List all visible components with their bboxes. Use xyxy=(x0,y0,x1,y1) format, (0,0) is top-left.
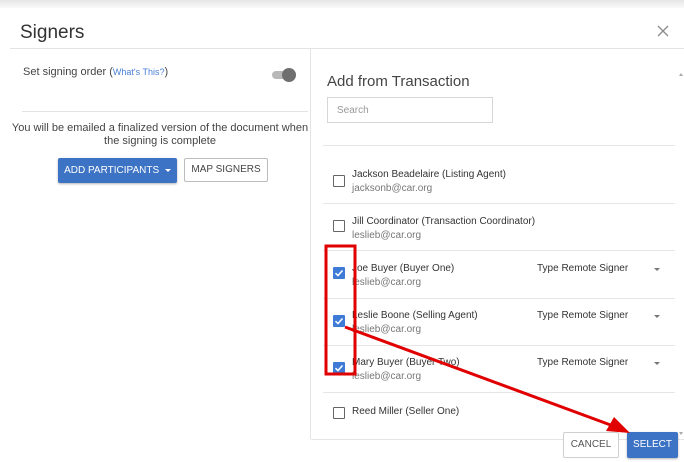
participant-checkbox[interactable] xyxy=(333,220,345,232)
chevron-down-icon[interactable] xyxy=(654,362,660,365)
participant-name: Jackson Beadelaire (Listing Agent) xyxy=(352,169,506,180)
search-divider xyxy=(323,145,675,146)
checkmark-icon xyxy=(334,317,344,325)
participant-email: leslieb@car.org xyxy=(352,230,422,241)
participant-row[interactable]: Joe Buyer (Buyer One) leslieb@car.org Ty… xyxy=(323,251,675,297)
dialog-title: Signers xyxy=(20,22,85,43)
participant-checkbox-checked[interactable] xyxy=(333,267,345,279)
caret-down-icon xyxy=(164,168,171,172)
scroll-down-icon[interactable] xyxy=(679,432,683,435)
participant-name: Reed Miller (Seller One) xyxy=(352,406,460,417)
signer-type-select[interactable]: Type Remote Signer xyxy=(537,357,628,368)
add-participants-button[interactable]: ADD PARTICIPANTS xyxy=(58,158,177,183)
participant-email: leslieb@car.org xyxy=(352,324,422,335)
signer-type-select[interactable]: Type Remote Signer xyxy=(537,310,628,321)
participant-row[interactable]: Leslie Boone (Selling Agent) leslieb@car… xyxy=(323,299,675,345)
participant-row[interactable]: Reed Miller (Seller One) xyxy=(323,393,675,439)
participant-checkbox-checked[interactable] xyxy=(333,315,345,327)
participant-row[interactable]: Jackson Beadelaire (Listing Agent) jacks… xyxy=(323,157,675,203)
checkmark-icon xyxy=(334,364,344,372)
chevron-down-icon[interactable] xyxy=(654,315,660,318)
participant-checkbox[interactable] xyxy=(333,175,345,187)
participant-name: Jill Coordinator (Transaction Coordinato… xyxy=(352,216,536,227)
toggle-knob xyxy=(282,68,296,82)
signers-dialog: Signers Set signing order (What's This?)… xyxy=(0,8,684,462)
signer-type-select[interactable]: Type Remote Signer xyxy=(537,263,628,274)
participant-checkbox-checked[interactable] xyxy=(333,362,345,374)
select-button[interactable]: SELECT xyxy=(627,432,678,458)
cancel-button[interactable]: CANCEL xyxy=(563,432,619,458)
search-input[interactable] xyxy=(327,97,493,123)
map-signers-button[interactable]: MAP SIGNERS xyxy=(184,158,268,182)
left-pane: Set signing order (What's This?) You wil… xyxy=(10,49,310,439)
checkmark-icon xyxy=(334,269,344,277)
participant-row[interactable]: Jill Coordinator (Transaction Coordinato… xyxy=(323,204,675,250)
signing-order-label: Set signing order xyxy=(23,66,107,78)
signing-order-row: Set signing order (What's This?) xyxy=(23,66,169,78)
add-participants-label: ADD PARTICIPANTS xyxy=(64,165,160,176)
participant-name: Leslie Boone (Selling Agent) xyxy=(352,310,478,321)
signing-order-toggle[interactable] xyxy=(272,68,298,82)
chevron-down-icon[interactable] xyxy=(654,268,660,271)
right-pane: Add from Transaction Jackson Beadelaire … xyxy=(311,49,684,439)
add-from-transaction-title: Add from Transaction xyxy=(327,73,470,90)
participant-checkbox[interactable] xyxy=(333,407,345,419)
email-note: You will be emailed a finalized version … xyxy=(11,122,309,147)
whats-this-link[interactable]: What's This? xyxy=(113,67,165,77)
participant-email: leslieb@car.org xyxy=(352,277,422,288)
left-divider xyxy=(22,111,308,112)
list-scrollbar[interactable] xyxy=(679,73,684,435)
scroll-up-icon[interactable] xyxy=(679,73,683,76)
participant-name: Mary Buyer (Buyer Two) xyxy=(352,357,460,368)
participant-email: leslieb@car.org xyxy=(352,371,422,382)
participant-row[interactable]: Mary Buyer (Buyer Two) leslieb@car.org T… xyxy=(323,346,675,392)
participant-name: Joe Buyer (Buyer One) xyxy=(352,263,455,274)
close-icon[interactable] xyxy=(654,22,672,40)
participant-email: jacksonb@car.org xyxy=(352,183,433,194)
